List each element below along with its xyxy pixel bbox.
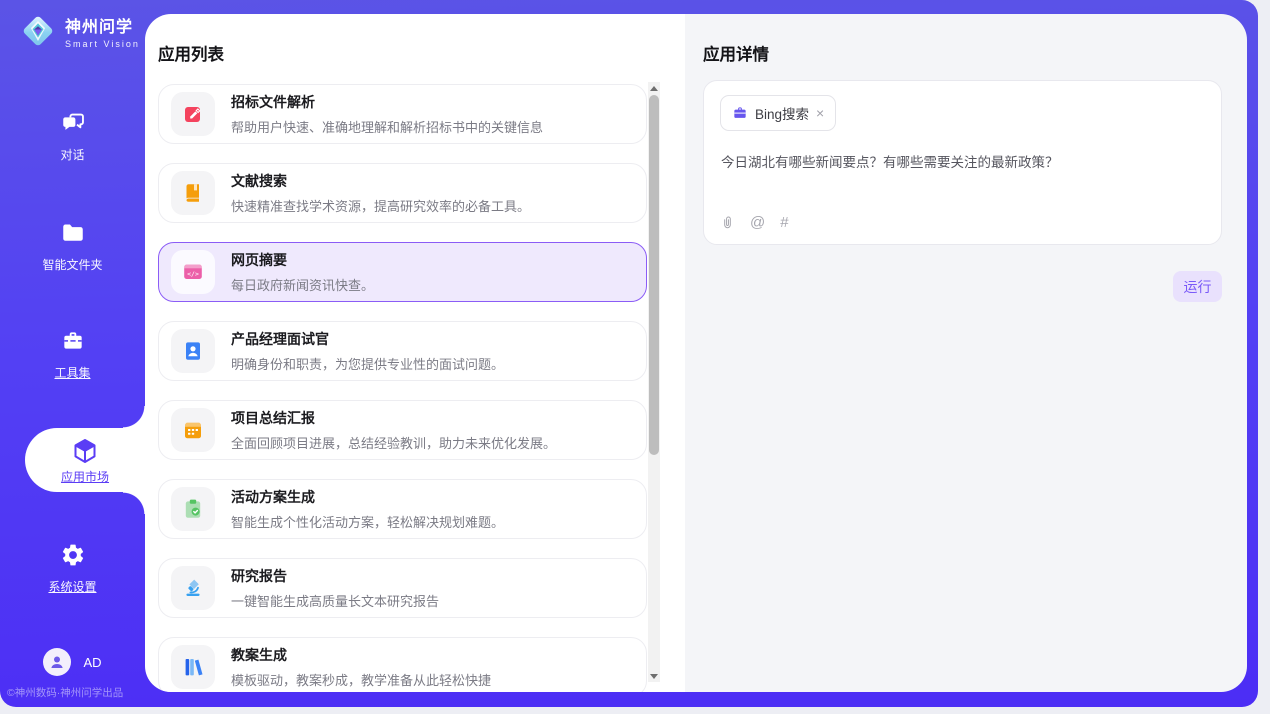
sidebar-item[interactable]: 智能文件夹 [0,220,145,273]
app-card[interactable]: 研究报告一键智能生成高质量长文本研究报告 [158,558,647,618]
app-card-title: 招标文件解析 [231,92,543,112]
app-card[interactable]: 招标文件解析帮助用户快速、准确地理解和解析招标书中的关键信息 [158,84,647,144]
calendar-icon [181,418,205,442]
books-icon [181,655,205,679]
browser-code-icon: </> [181,260,205,284]
sidebar-item-label: 应用市场 [61,468,109,485]
sidebar-item[interactable]: 对话 [0,110,145,163]
app-icon-tile [171,645,215,689]
sidebar-item[interactable]: 工具集 [0,328,145,381]
app-card-desc: 智能生成个性化活动方案，轻松解决规划难题。 [231,512,504,531]
doc-edit-icon [181,102,205,126]
app-card[interactable]: 文献搜索快速精准查找学术资源，提高研究效率的必备工具。 [158,163,647,223]
brand-name: 神州问学 [65,13,140,37]
app-card-title: 产品经理面试官 [231,329,504,349]
close-icon[interactable]: × [816,106,824,120]
diamond-logo-icon [19,12,57,50]
cube-icon [70,436,100,466]
app-card[interactable]: </> 网页摘要每日政府新闻资讯快查。 [158,242,647,302]
avatar [43,648,71,676]
app-card-desc: 帮助用户快速、准确地理解和解析招标书中的关键信息 [231,117,543,136]
app-card-desc: 每日政府新闻资讯快查。 [231,275,374,294]
app-card-desc: 全面回顾项目进展，总结经验教训，助力未来优化发展。 [231,433,556,452]
interview-icon [181,339,205,363]
microscope-icon [181,576,205,600]
brand-subtitle: Smart Vision [65,39,140,49]
app-card-desc: 模板驱动，教案秒成，教学准备从此轻松快捷 [231,670,491,689]
app-icon-tile [171,566,215,610]
sidebar-item-selected[interactable]: 应用市场 [25,428,145,492]
app-icon-tile: </> [171,250,215,294]
briefcase-icon [732,105,748,121]
app-icon-tile [171,171,215,215]
sidebar-item-label: 系统设置 [0,578,145,595]
app-card-desc: 一键智能生成高质量长文本研究报告 [231,591,439,610]
app-card[interactable]: 活动方案生成智能生成个性化活动方案，轻松解决规划难题。 [158,479,647,539]
app-card-title: 研究报告 [231,566,439,586]
scroll-up-icon[interactable] [648,82,660,94]
tool-tag-label: Bing搜索 [755,103,809,123]
app-icon-tile [171,329,215,373]
app-card-desc: 明确身份和职责，为您提供专业性的面试问题。 [231,354,504,373]
app-card[interactable]: 教案生成模板驱动，教案秒成，教学准备从此轻松快捷 [158,637,647,692]
scrollbar-thumb[interactable] [649,95,659,455]
sidebar: 神州问学 Smart Vision 对话智能文件夹工具集应用市场系统设置 AD … [0,0,145,707]
app-list-panel: 应用列表 招标文件解析帮助用户快速、准确地理解和解析招标书中的关键信息文献搜索快… [145,14,685,692]
app-card[interactable]: 产品经理面试官明确身份和职责，为您提供专业性的面试问题。 [158,321,647,381]
attach-toolbar: @ # [720,214,789,231]
pill-bottom-fillet [123,492,145,514]
sidebar-item-label: 智能文件夹 [0,256,145,273]
app-icon-tile [171,487,215,531]
user-initials: AD [83,655,101,670]
app-icon-tile [171,408,215,452]
brand-logo: 神州问学 Smart Vision [19,12,140,50]
pill-top-fillet [123,406,145,428]
chat-icon [60,110,86,136]
app-detail-panel: 应用详情 Bing搜索 × 今日湖北有哪些新闻要点？有哪些需要关注的最新政策？ [685,14,1247,692]
app-card-title: 活动方案生成 [231,487,504,507]
app-card-title: 文献搜索 [231,171,530,191]
query-text[interactable]: 今日湖北有哪些新闻要点？有哪些需要关注的最新政策？ [721,151,1205,171]
app-list-title: 应用列表 [158,41,224,65]
app-list: 招标文件解析帮助用户快速、准确地理解和解析招标书中的关键信息文献搜索快速精准查找… [158,82,647,692]
app-card-desc: 快速精准查找学术资源，提高研究效率的必备工具。 [231,196,530,215]
scroll-down-icon[interactable] [648,670,660,682]
app-card-title: 网页摘要 [231,250,374,270]
svg-text:</>: </> [187,270,199,278]
paperclip-icon[interactable] [720,214,735,231]
book-icon [181,181,205,205]
toolbox-icon [60,328,86,354]
sidebar-item-label: 工具集 [0,364,145,381]
sidebar-footer: ©神州数码·神州问学出品 [7,685,147,700]
app-card-title: 项目总结汇报 [231,408,556,428]
sidebar-item[interactable]: 系统设置 [0,542,145,595]
at-icon[interactable]: @ [750,214,765,231]
user-icon [48,653,66,671]
app-icon-tile [171,92,215,136]
app-card-title: 教案生成 [231,645,491,665]
sidebar-item-label: 对话 [0,146,145,163]
main-content: 应用列表 招标文件解析帮助用户快速、准确地理解和解析招标书中的关键信息文献搜索快… [145,14,1247,692]
folder-icon [60,220,86,246]
app-card[interactable]: 项目总结汇报全面回顾项目进展，总结经验教训，助力未来优化发展。 [158,400,647,460]
scrollbar-track[interactable] [648,82,660,682]
run-button[interactable]: 运行 [1173,271,1222,302]
tool-tag-bing[interactable]: Bing搜索 × [720,95,836,131]
gear-icon [60,542,86,568]
app-window: 神州问学 Smart Vision 对话智能文件夹工具集应用市场系统设置 AD … [0,0,1258,707]
clipboard-check-icon [181,497,205,521]
query-card: Bing搜索 × 今日湖北有哪些新闻要点？有哪些需要关注的最新政策？ @ # [703,80,1222,245]
user-account[interactable]: AD [0,648,145,676]
hash-icon[interactable]: # [780,214,788,231]
app-detail-title: 应用详情 [703,41,769,65]
